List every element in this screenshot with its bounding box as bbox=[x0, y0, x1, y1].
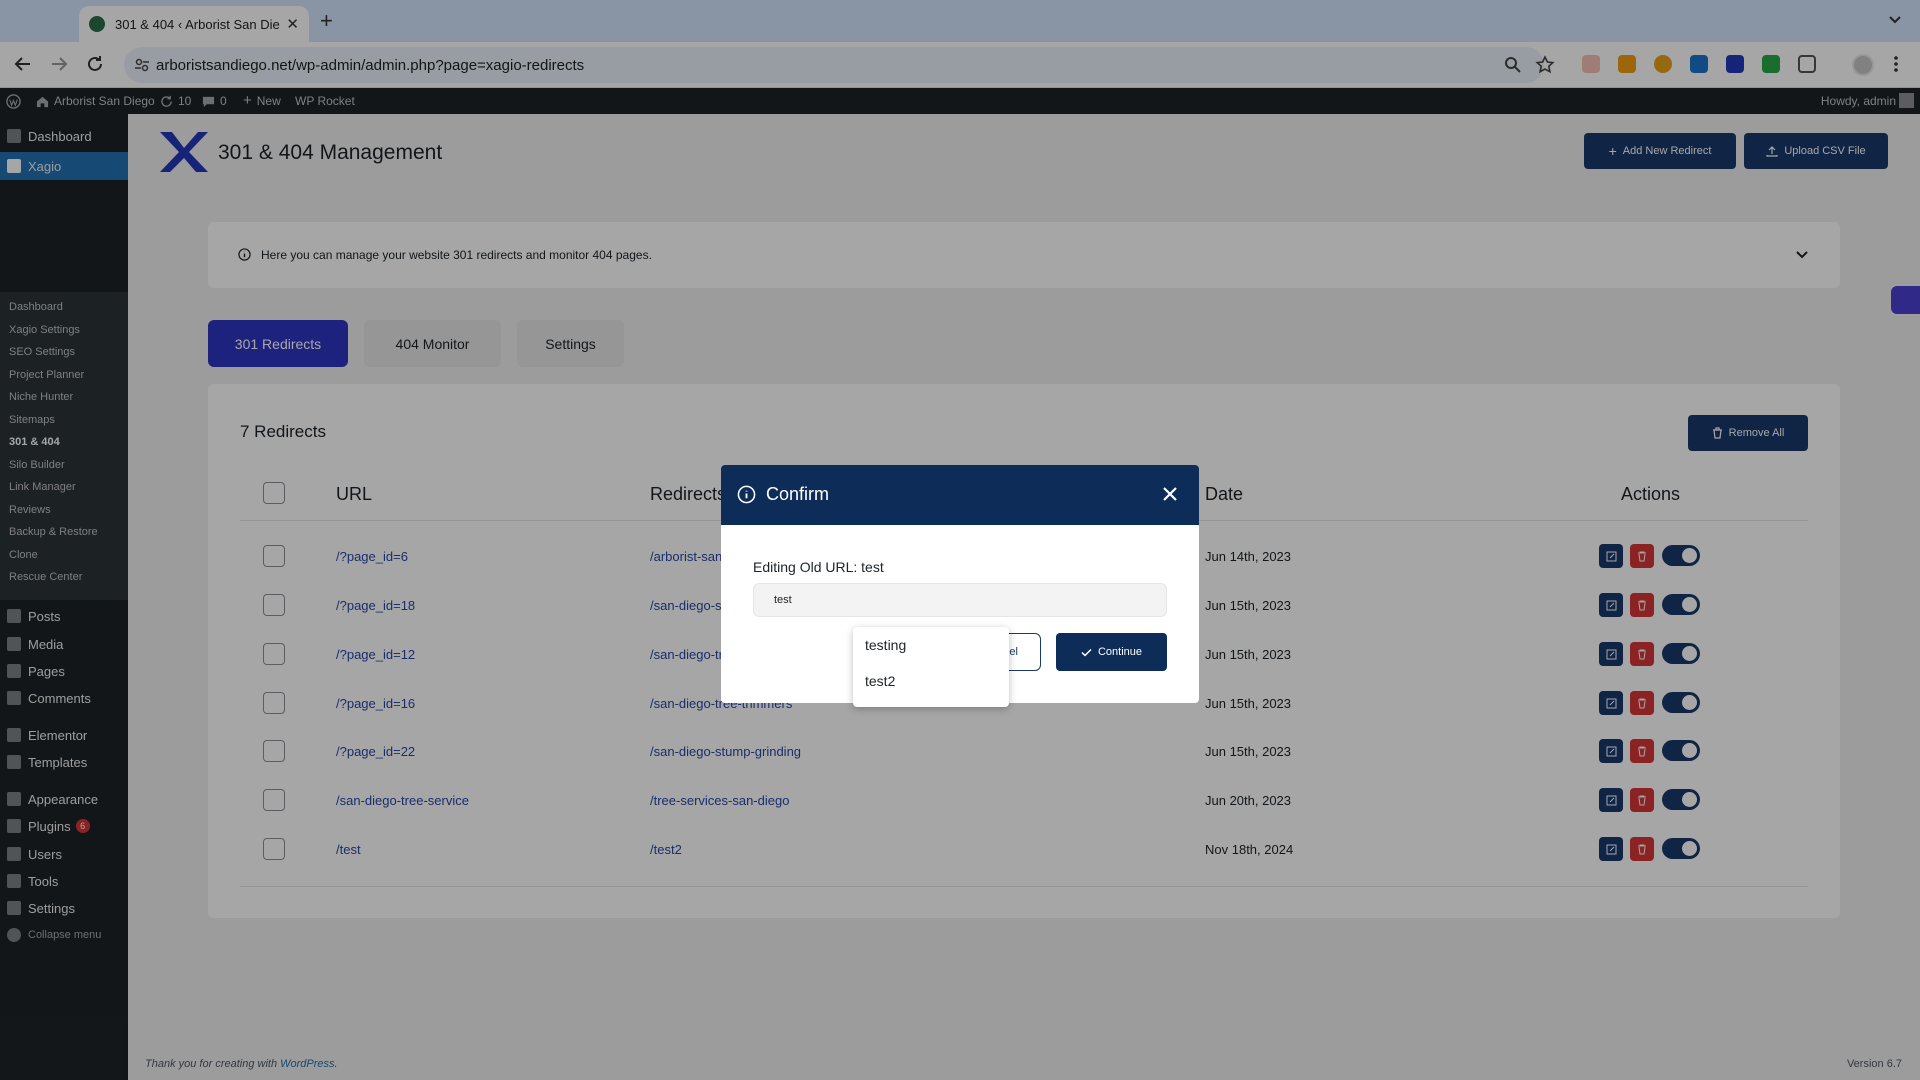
autocomplete-option[interactable]: test2 bbox=[853, 672, 1009, 708]
new-url-input[interactable] bbox=[753, 583, 1167, 617]
continue-button[interactable]: Continue bbox=[1056, 633, 1167, 671]
dialog-title: Confirm bbox=[766, 484, 830, 504]
editing-url-label: Editing Old URL: test bbox=[753, 559, 884, 575]
autocomplete-option[interactable]: testing bbox=[853, 636, 1009, 672]
dialog-header: Confirm bbox=[721, 465, 1199, 525]
checkmark-icon bbox=[1081, 648, 1092, 657]
autocomplete-dropdown: testing test2 bbox=[853, 627, 1009, 707]
close-icon[interactable] bbox=[1161, 485, 1179, 503]
continue-label: Continue bbox=[1097, 646, 1143, 658]
info-icon bbox=[737, 485, 756, 504]
